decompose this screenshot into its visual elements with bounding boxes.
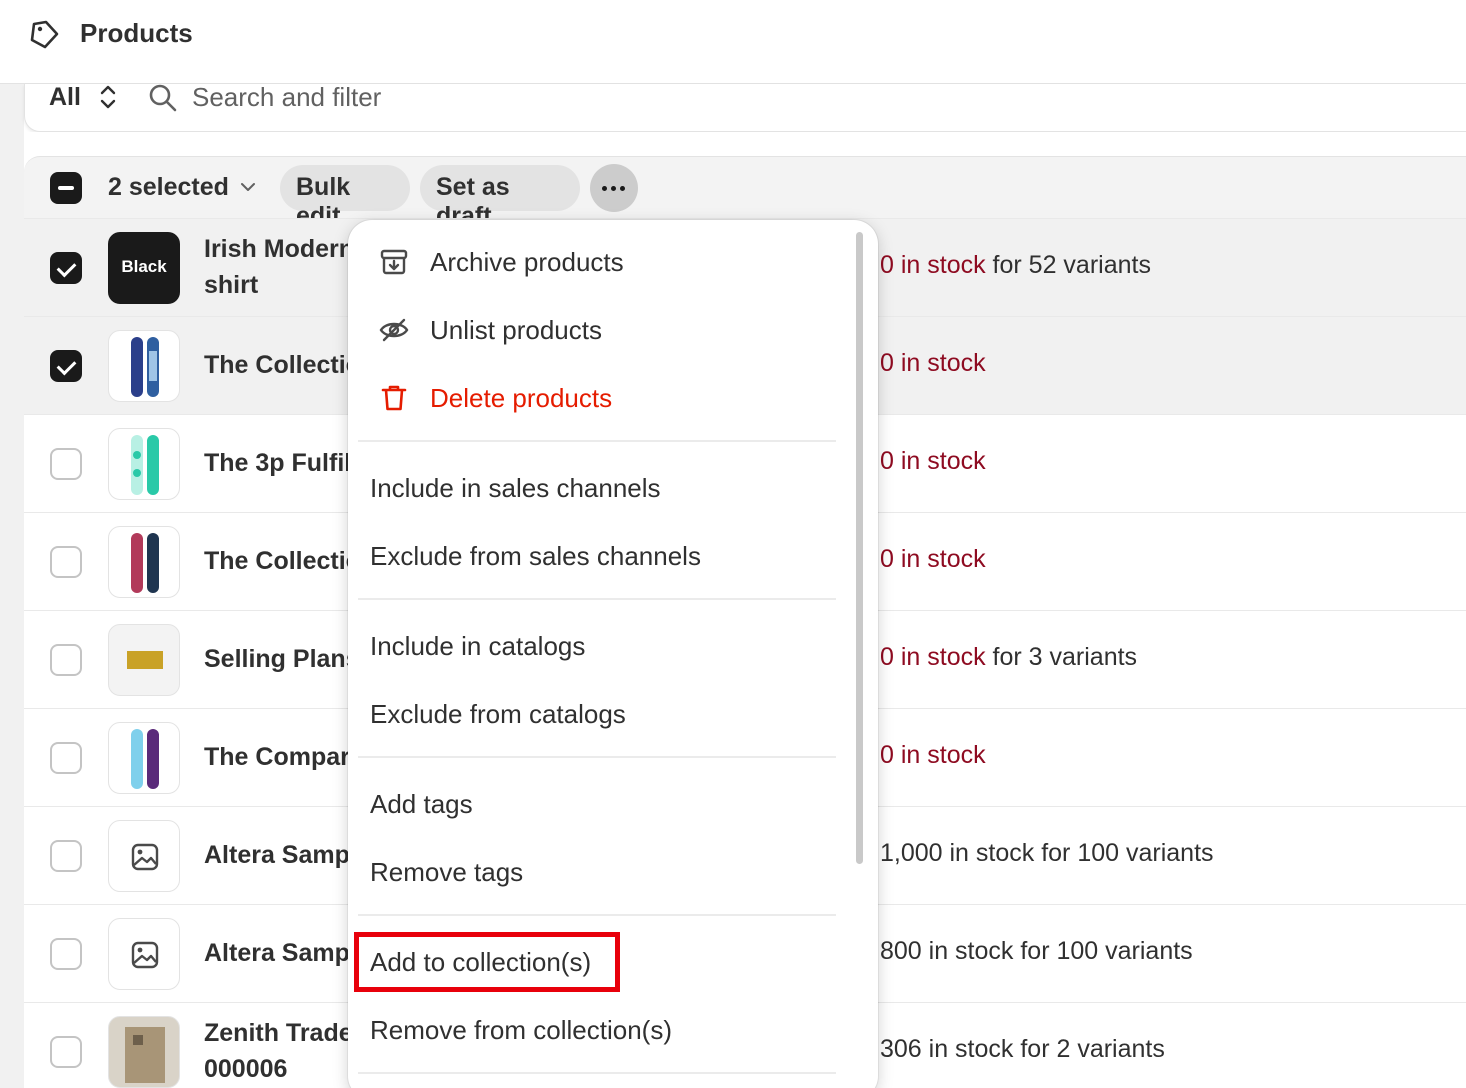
- row-checkbox[interactable]: [50, 742, 82, 774]
- row-checkbox[interactable]: [50, 840, 82, 872]
- more-horizontal-icon: [602, 186, 607, 191]
- search-input[interactable]: Search and filter: [192, 84, 381, 110]
- inventory-cell: 0 in stock: [880, 741, 986, 769]
- menu-divider: [358, 598, 836, 600]
- filter-bar: All Search and filter: [24, 84, 1466, 132]
- product-name[interactable]: The Collectio: [204, 543, 361, 579]
- product-name-line2[interactable]: shirt: [204, 267, 258, 303]
- row-checkbox[interactable]: [50, 644, 82, 676]
- row-checkbox[interactable]: [50, 252, 82, 284]
- product-thumbnail: [108, 1016, 180, 1088]
- product-name[interactable]: Irish Modern: [204, 231, 354, 267]
- product-name[interactable]: Altera Sampl: [204, 837, 357, 873]
- tag-icon: [30, 20, 59, 49]
- row-checkbox[interactable]: [50, 546, 82, 578]
- menu-scrollbar[interactable]: [856, 232, 863, 864]
- bulk-edit-button[interactable]: Bulk edit: [280, 165, 410, 230]
- chevron-down-icon[interactable]: [240, 181, 256, 193]
- inventory-cell: 0 in stock for 3 variants: [880, 643, 1138, 671]
- inventory-cell: 306 in stock for 2 variants: [880, 1035, 1165, 1063]
- exclude-catalogs-item[interactable]: Exclude from catalogs: [370, 694, 626, 734]
- include-sales-channels-item[interactable]: Include in sales channels: [370, 468, 661, 508]
- highlight-box: [354, 932, 620, 992]
- product-thumbnail: [108, 918, 180, 990]
- product-photo-image: [125, 1027, 165, 1083]
- unlist-products-item[interactable]: Unlist products: [430, 310, 602, 350]
- archive-icon: [380, 249, 408, 275]
- exclude-sales-channels-item[interactable]: Exclude from sales channels: [370, 536, 701, 576]
- menu-divider: [358, 914, 836, 916]
- more-actions-button[interactable]: [590, 164, 638, 212]
- row-checkbox[interactable]: [50, 448, 82, 480]
- product-box-image: [127, 651, 163, 669]
- row-checkbox[interactable]: [50, 1036, 82, 1068]
- delete-products-item[interactable]: Delete products: [430, 378, 612, 418]
- snowboard-image: [131, 337, 159, 397]
- remove-from-collections-item[interactable]: Remove from collection(s): [370, 1010, 672, 1050]
- trash-icon: [381, 385, 407, 411]
- inventory-cell: 0 in stock: [880, 349, 986, 377]
- top-bar: Products: [0, 0, 1466, 84]
- row-checkbox[interactable]: [50, 350, 82, 382]
- product-thumbnail: [108, 722, 180, 794]
- product-thumbnail: Black: [108, 232, 180, 304]
- product-name[interactable]: The Collectio: [204, 347, 361, 383]
- inventory-cell: 1,000 in stock for 100 variants: [880, 839, 1214, 867]
- snowboard-image: [131, 435, 159, 495]
- menu-divider: [358, 756, 836, 758]
- menu-divider: [358, 440, 836, 442]
- inventory-cell: 800 in stock for 100 variants: [880, 937, 1193, 965]
- product-thumbnail: [108, 428, 180, 500]
- product-name[interactable]: Zenith Trade: [204, 1015, 353, 1051]
- product-thumbnail: [108, 820, 180, 892]
- image-placeholder-icon: [131, 843, 159, 871]
- snowboard-image: [131, 533, 159, 593]
- include-catalogs-item[interactable]: Include in catalogs: [370, 626, 585, 666]
- selected-count-dropdown[interactable]: 2 selected: [108, 173, 229, 202]
- product-name[interactable]: The Compare: [204, 739, 364, 775]
- product-name[interactable]: The 3p Fulfill: [204, 445, 358, 481]
- inventory-cell: 0 in stock: [880, 545, 986, 573]
- page-title: Products: [80, 18, 193, 48]
- snowboard-image: [131, 729, 159, 789]
- inventory-cell: 0 in stock: [880, 447, 986, 475]
- spacer: [24, 132, 1466, 156]
- menu-divider: [358, 1072, 836, 1074]
- bulk-actions-bar: 2 selected Bulk edit Set as draft: [24, 156, 1466, 230]
- updown-chevron-icon[interactable]: [95, 82, 121, 112]
- eye-off-icon: [379, 318, 409, 342]
- remove-tags-item[interactable]: Remove tags: [370, 852, 523, 892]
- product-thumbnail: [108, 330, 180, 402]
- select-all-checkbox[interactable]: [50, 172, 82, 204]
- product-name-line2[interactable]: 000006: [204, 1051, 287, 1087]
- archive-products-item[interactable]: Archive products: [430, 242, 624, 282]
- row-checkbox[interactable]: [50, 938, 82, 970]
- set-as-draft-button[interactable]: Set as draft: [420, 165, 580, 230]
- add-tags-item[interactable]: Add tags: [370, 784, 473, 824]
- product-name[interactable]: Selling Plans: [204, 641, 360, 677]
- image-placeholder-icon: [131, 941, 159, 969]
- product-thumbnail: [108, 624, 180, 696]
- product-thumbnail: [108, 526, 180, 598]
- inventory-cell: 0 in stock for 52 variants: [880, 251, 1151, 279]
- view-selector-label[interactable]: All: [49, 84, 81, 110]
- product-name[interactable]: Altera Sampl: [204, 935, 357, 971]
- search-icon: [149, 84, 177, 112]
